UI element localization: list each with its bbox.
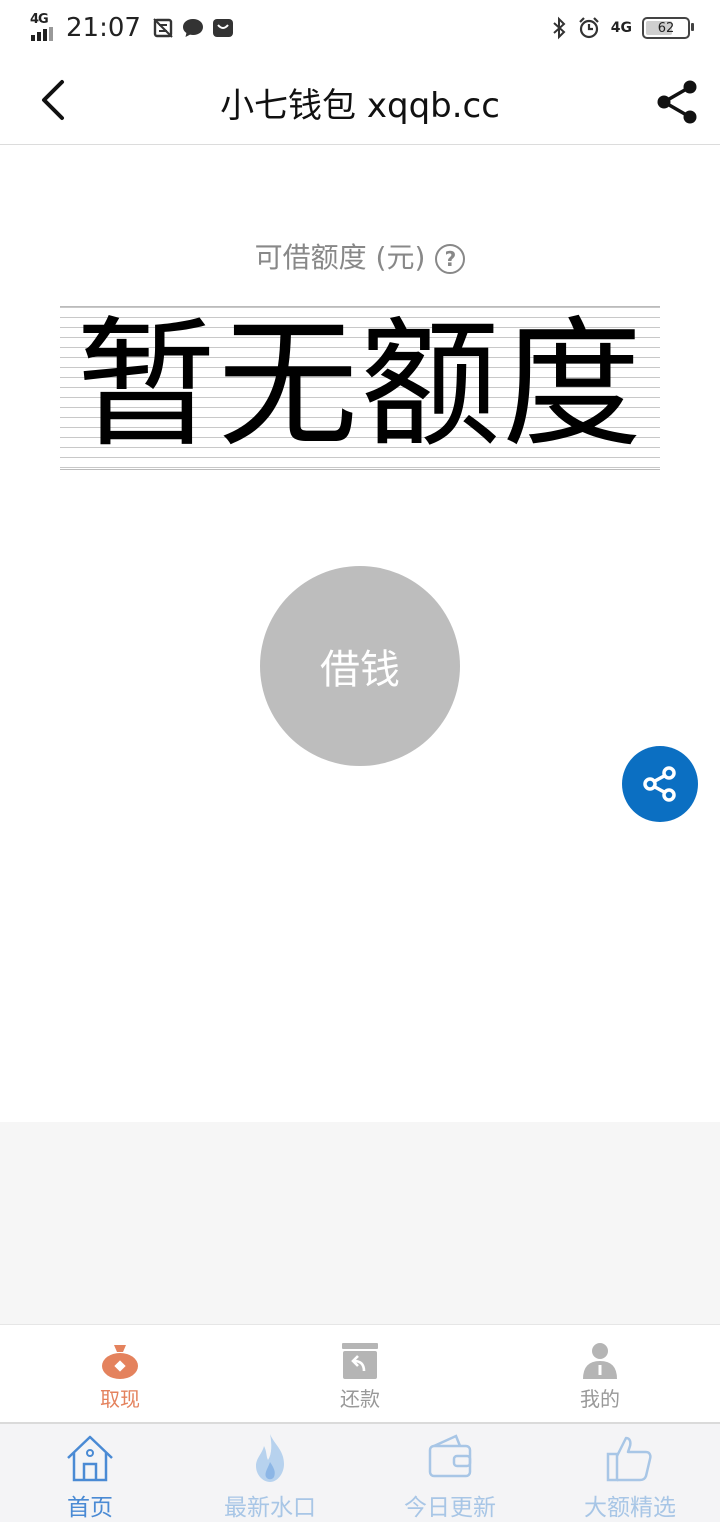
nav-home[interactable]: 首页 — [0, 1424, 180, 1522]
battery-level: 62 — [657, 20, 675, 36]
app-header: 小七钱包 xqqb.cc — [0, 56, 720, 145]
status-bar-right: 4G 62 — [547, 12, 694, 44]
shop-notification-icon — [212, 19, 233, 37]
tab-withdraw-label: 取现 — [100, 1387, 140, 1411]
app-tab-bar: 取现 还款 我的 — [0, 1324, 720, 1423]
share-icon[interactable] — [654, 78, 702, 126]
nav-latest-label: 最新水口 — [224, 1495, 316, 1521]
help-icon[interactable]: ? — [435, 244, 466, 274]
repay-box-icon — [342, 1343, 378, 1379]
clock: 21:07 — [66, 13, 141, 43]
wallet-icon — [428, 1434, 472, 1478]
nav-today[interactable]: 今日更新 — [360, 1424, 540, 1522]
tab-mine-label: 我的 — [580, 1387, 620, 1411]
signal-icon: 4G — [30, 12, 58, 42]
tab-withdraw[interactable]: 取现 — [0, 1325, 240, 1423]
tab-mine[interactable]: 我的 — [480, 1325, 720, 1423]
bluetooth-icon — [553, 16, 566, 40]
nav-premium-label: 大额精选 — [584, 1495, 676, 1521]
thumbs-up-icon — [606, 1436, 652, 1482]
content-footer-area — [0, 1122, 720, 1324]
tab-repay-label: 还款 — [340, 1387, 380, 1411]
quota-label-row: 可借额度 (元)? — [0, 236, 720, 276]
alarm-icon — [578, 17, 599, 39]
nav-home-label: 首页 — [67, 1495, 113, 1521]
network-type: 4G — [30, 12, 49, 27]
flame-icon — [256, 1434, 284, 1482]
battery-icon: 62 — [642, 17, 694, 39]
quota-value: 暂无额度 — [75, 304, 644, 467]
nav-premium[interactable]: 大额精选 — [540, 1424, 720, 1522]
page-title: 小七钱包 xqqb.cc — [220, 86, 500, 126]
share-nodes-icon — [643, 766, 676, 802]
money-bag-icon — [102, 1345, 138, 1379]
borrow-button[interactable]: 借钱 — [260, 566, 460, 766]
bottom-navigation: 首页 最新水口 今日更新 大额精选 — [0, 1422, 720, 1522]
quota-label: 可借额度 (元) — [254, 241, 426, 274]
home-icon — [67, 1435, 113, 1482]
status-bar-left: 4G 21:07 — [30, 12, 241, 44]
quota-display: 暂无额度 — [60, 306, 660, 470]
nav-today-label: 今日更新 — [404, 1495, 496, 1521]
nav-latest[interactable]: 最新水口 — [180, 1424, 360, 1522]
screenshot-notification-icon — [153, 18, 173, 38]
borrow-button-label: 借钱 — [320, 647, 400, 693]
person-icon — [583, 1343, 617, 1379]
chat-notification-icon — [182, 19, 203, 37]
tab-repay[interactable]: 还款 — [240, 1325, 480, 1423]
status-bar: 4G 21:07 4G 62 — [0, 0, 720, 56]
mobile-data-indicator: 4G — [610, 20, 632, 36]
floating-share-button[interactable] — [622, 746, 698, 822]
